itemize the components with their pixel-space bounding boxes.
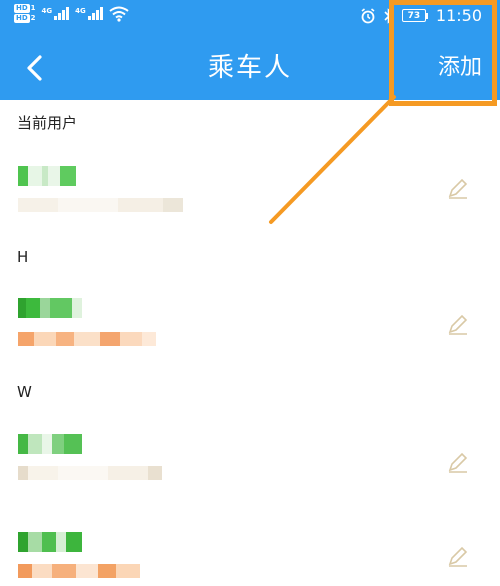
sim-number: 2 [30,14,36,22]
status-left: HD 1 HD 2 4G 4G [14,4,129,23]
passenger-id-redacted [18,198,183,212]
edit-icon[interactable] [446,450,470,474]
passenger-id-redacted [18,564,140,578]
highlight-box [389,0,497,106]
sim2-indicator: HD 2 [14,14,36,23]
passenger-row[interactable] [0,150,500,230]
alarm-icon [361,7,375,23]
passenger-id-redacted [18,466,162,480]
sim-indicators: HD 1 HD 2 [14,4,36,23]
network-type: 4G [41,7,53,15]
network-type: 4G [75,7,86,15]
passenger-name-redacted [18,166,76,186]
wifi-icon [109,6,129,22]
section-header-current-user: 当前用户 [17,114,78,132]
passenger-name-redacted [18,298,82,318]
signal-1-icon: 4G [42,7,70,20]
passenger-row[interactable] [0,286,500,366]
passenger-name-redacted [18,434,82,454]
sim1-indicator: HD 1 [14,4,36,13]
signal-2-icon: 4G [75,7,103,20]
section-header-w: W [17,383,32,401]
edit-icon[interactable] [446,312,470,336]
passenger-id-redacted [18,332,156,346]
hd-badge: HD [14,4,30,13]
passenger-name-redacted [18,532,82,552]
sim-number: 1 [30,4,36,12]
hd-badge: HD [14,14,30,23]
edit-icon[interactable] [446,544,470,568]
edit-icon[interactable] [446,176,470,200]
section-header-h: H [17,248,29,266]
passenger-row[interactable] [0,522,500,586]
passenger-row[interactable] [0,422,500,502]
